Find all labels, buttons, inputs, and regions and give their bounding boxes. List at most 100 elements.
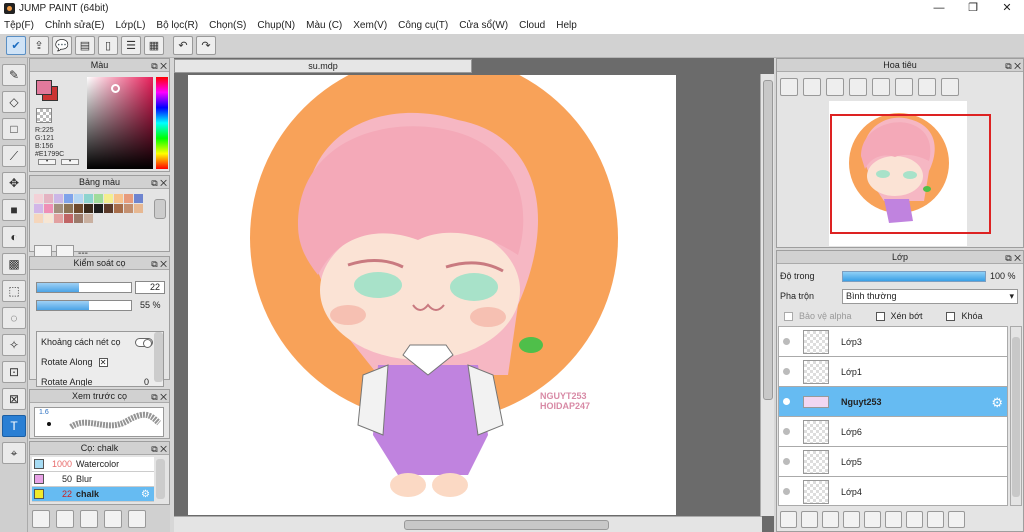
delete-layer-icon[interactable] (948, 510, 965, 528)
brush-item-watercolor[interactable]: 1000 Watercolor (32, 457, 154, 472)
lasso-tool-icon[interactable]: ◌ (2, 307, 26, 329)
palette-swatch[interactable] (64, 194, 73, 203)
panel-close-icon[interactable]: ⧉ ✕ (151, 443, 167, 455)
canvas-vertical-thumb[interactable] (763, 80, 773, 400)
visibility-icon[interactable] (779, 458, 793, 465)
brush-item-chalk[interactable]: 22 chalk ⚙ (32, 487, 154, 502)
share-icon[interactable]: ⇪ (29, 36, 49, 55)
palette-swatch[interactable] (54, 194, 63, 203)
new-brush-icon[interactable] (56, 509, 74, 528)
brush-settings-gear-icon[interactable]: ⚙ (141, 489, 150, 500)
brush-size-input[interactable]: 22 (135, 280, 165, 294)
layer-item[interactable]: Lớp6 (779, 417, 1007, 447)
layer-item[interactable]: Lớp5 (779, 447, 1007, 477)
new-layer-8bit-icon[interactable] (801, 510, 818, 528)
maximize-icon[interactable]: ❐ (956, 0, 990, 17)
list-icon[interactable]: ☰ (121, 36, 141, 55)
brush-item-blur[interactable]: 50 Blur (32, 472, 154, 487)
minimize-icon[interactable]: — (922, 0, 956, 17)
lock-checkbox[interactable]: Khóa (946, 311, 983, 321)
page-icon[interactable]: ▯ (98, 36, 118, 55)
panel-close-icon[interactable]: ⧉ ✕ (1005, 60, 1021, 72)
panel-close-icon[interactable]: ⧉ ✕ (151, 258, 167, 270)
zoom-actual-icon[interactable] (826, 78, 844, 96)
color-picker-cursor[interactable] (111, 84, 120, 93)
layer-item[interactable]: Lớp4 (779, 477, 1007, 505)
copy-brush-icon[interactable] (104, 509, 122, 528)
eyedropper-tool-icon[interactable]: ⌖ (2, 442, 26, 464)
spacing-option[interactable]: Khoảng cách nét cọ (37, 332, 163, 352)
merge-layer-icon[interactable] (885, 510, 902, 528)
palette-swatch[interactable] (74, 194, 83, 203)
saturation-value-picker[interactable] (87, 77, 153, 169)
line-tool-icon[interactable]: ⟋ (2, 145, 26, 167)
menu-select[interactable]: Chọn(S) (209, 20, 246, 31)
fill-rect-tool-icon[interactable]: ■ (2, 199, 26, 221)
new-folder-icon[interactable] (843, 510, 860, 528)
visibility-icon[interactable] (779, 488, 793, 495)
brush-tool-icon[interactable]: ✎ (2, 64, 26, 86)
menu-filter[interactable]: Bộ lọc(R) (156, 20, 198, 31)
palette-swatch[interactable] (74, 214, 83, 223)
document-tab[interactable]: su.mdp (174, 59, 472, 73)
bucket-tool-icon[interactable]: ◐ (2, 226, 26, 248)
menu-help[interactable]: Help (556, 20, 577, 31)
panel-close-icon[interactable]: ⧉ ✕ (151, 177, 167, 189)
undo-icon[interactable]: ↶ (173, 36, 193, 55)
zoom-out-icon[interactable] (849, 78, 867, 96)
text-tool-icon[interactable]: T (2, 415, 26, 437)
eraser-tool-icon[interactable]: ◇ (2, 91, 26, 113)
rotate-reset-icon[interactable] (895, 78, 913, 96)
canvas-vertical-scrollbar[interactable] (760, 74, 774, 516)
palette-swatch[interactable] (84, 194, 93, 203)
rotate-along-checkbox[interactable]: ✕ (98, 358, 108, 368)
select-rect-tool-icon[interactable]: ⬚ (2, 280, 26, 302)
menu-view[interactable]: Xem(V) (353, 20, 387, 31)
palette-swatch[interactable] (124, 194, 133, 203)
folder-icon[interactable] (128, 509, 146, 528)
palette-swatch[interactable] (34, 204, 43, 213)
palette-swatch[interactable] (84, 214, 93, 223)
visibility-icon[interactable] (779, 428, 793, 435)
menu-color[interactable]: Màu (C) (306, 20, 342, 31)
palette-swatch[interactable] (34, 194, 43, 203)
new-layer-1bit-icon[interactable] (822, 510, 839, 528)
blend-mode-select[interactable]: Bình thường ▾ (842, 288, 1018, 304)
palette-swatch[interactable] (104, 194, 113, 203)
protect-alpha-checkbox[interactable]: Bảo vệ alpha (784, 311, 852, 321)
brush-list-scrollbar[interactable] (156, 459, 165, 499)
visibility-icon[interactable] (779, 368, 793, 375)
palette-swatch[interactable] (124, 204, 133, 213)
rotate-left-icon[interactable] (872, 78, 890, 96)
brush-opacity-slider[interactable] (36, 299, 132, 311)
primary-color-swatch[interactable] (36, 80, 52, 95)
message-icon[interactable]: ▤ (75, 36, 95, 55)
select-eraser-tool-icon[interactable]: ⊠ (2, 388, 26, 410)
upload-brush-icon[interactable] (32, 509, 50, 528)
color-mode-button-2[interactable]: • (61, 159, 79, 165)
color-mode-button-1[interactable]: • (38, 159, 56, 165)
palette-swatch[interactable] (84, 204, 93, 213)
menu-edit[interactable]: Chỉnh sửa(E) (45, 20, 105, 31)
new-layer-icon[interactable] (780, 510, 797, 528)
menu-file[interactable]: Tệp(F) (4, 20, 34, 31)
menu-tools[interactable]: Công cụ(T) (398, 20, 448, 31)
gradient-tool-icon[interactable]: ▩ (2, 253, 26, 275)
palette-swatch[interactable] (134, 204, 143, 213)
panel-close-icon[interactable]: ⧉ ✕ (1005, 252, 1021, 264)
layer-list-thumb[interactable] (1012, 337, 1020, 497)
grid-icon[interactable]: ▦ (144, 36, 164, 55)
check-icon[interactable]: ✔ (6, 36, 26, 55)
layer-settings-gear-icon[interactable]: ⚙ (991, 395, 1003, 411)
hue-slider[interactable] (156, 77, 168, 169)
zoom-in-icon[interactable] (803, 78, 821, 96)
flip-icon[interactable] (941, 78, 959, 96)
palette-swatch[interactable] (54, 214, 63, 223)
palette-swatch[interactable] (64, 214, 73, 223)
palette-scrollbar[interactable] (154, 199, 166, 219)
layer-opacity-slider[interactable] (842, 270, 986, 282)
menu-window[interactable]: Cửa sổ(W) (459, 20, 508, 31)
layer-list-scrollbar[interactable] (1010, 326, 1022, 506)
palette-swatch[interactable] (54, 204, 63, 213)
palette-swatch[interactable] (44, 194, 53, 203)
